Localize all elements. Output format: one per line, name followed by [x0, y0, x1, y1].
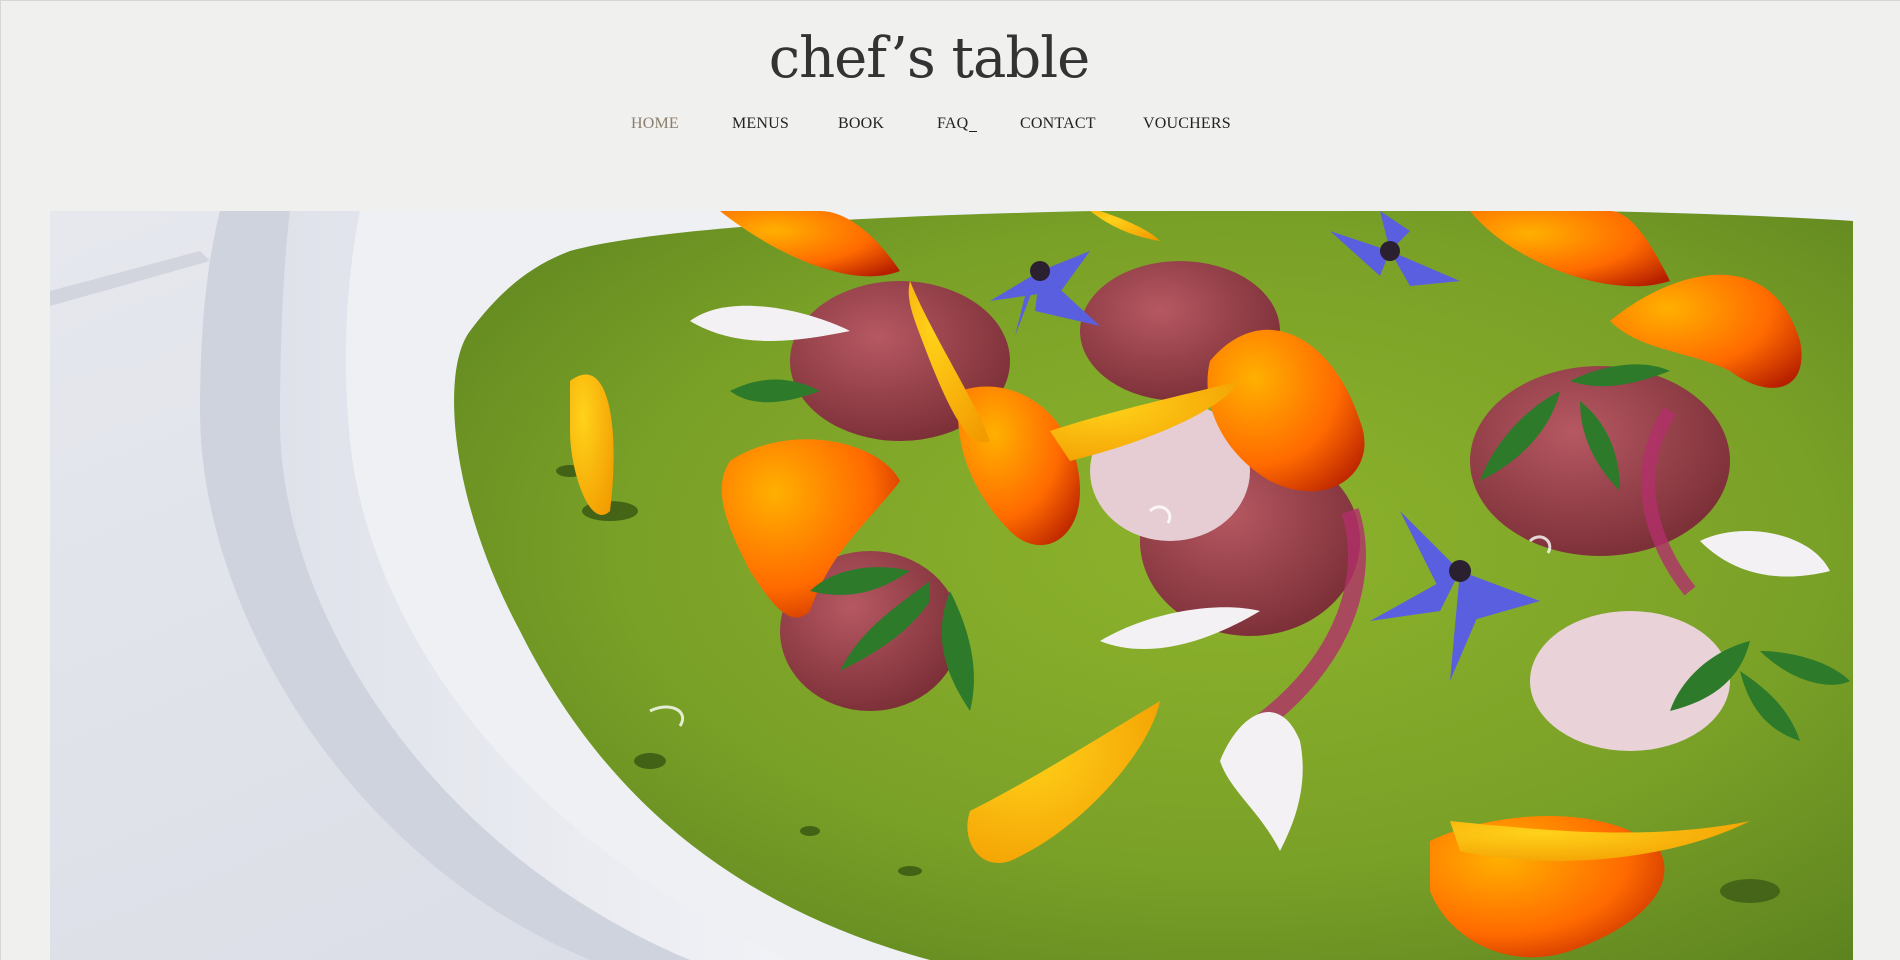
dish-photo-illustration: [50, 211, 1853, 960]
nav-vouchers[interactable]: VOUCHERS: [1143, 115, 1231, 133]
nav-home[interactable]: HOME: [631, 115, 679, 133]
nav-faq[interactable]: FAQ: [937, 115, 968, 133]
nav-menus[interactable]: MENUS: [732, 115, 789, 133]
site-logo[interactable]: chef’s table: [0, 24, 1858, 94]
nav-contact[interactable]: CONTACT: [1020, 115, 1096, 133]
faq-dropdown-indicator: [969, 131, 977, 132]
nav-book[interactable]: BOOK: [838, 115, 884, 133]
hero-image: [50, 211, 1853, 960]
